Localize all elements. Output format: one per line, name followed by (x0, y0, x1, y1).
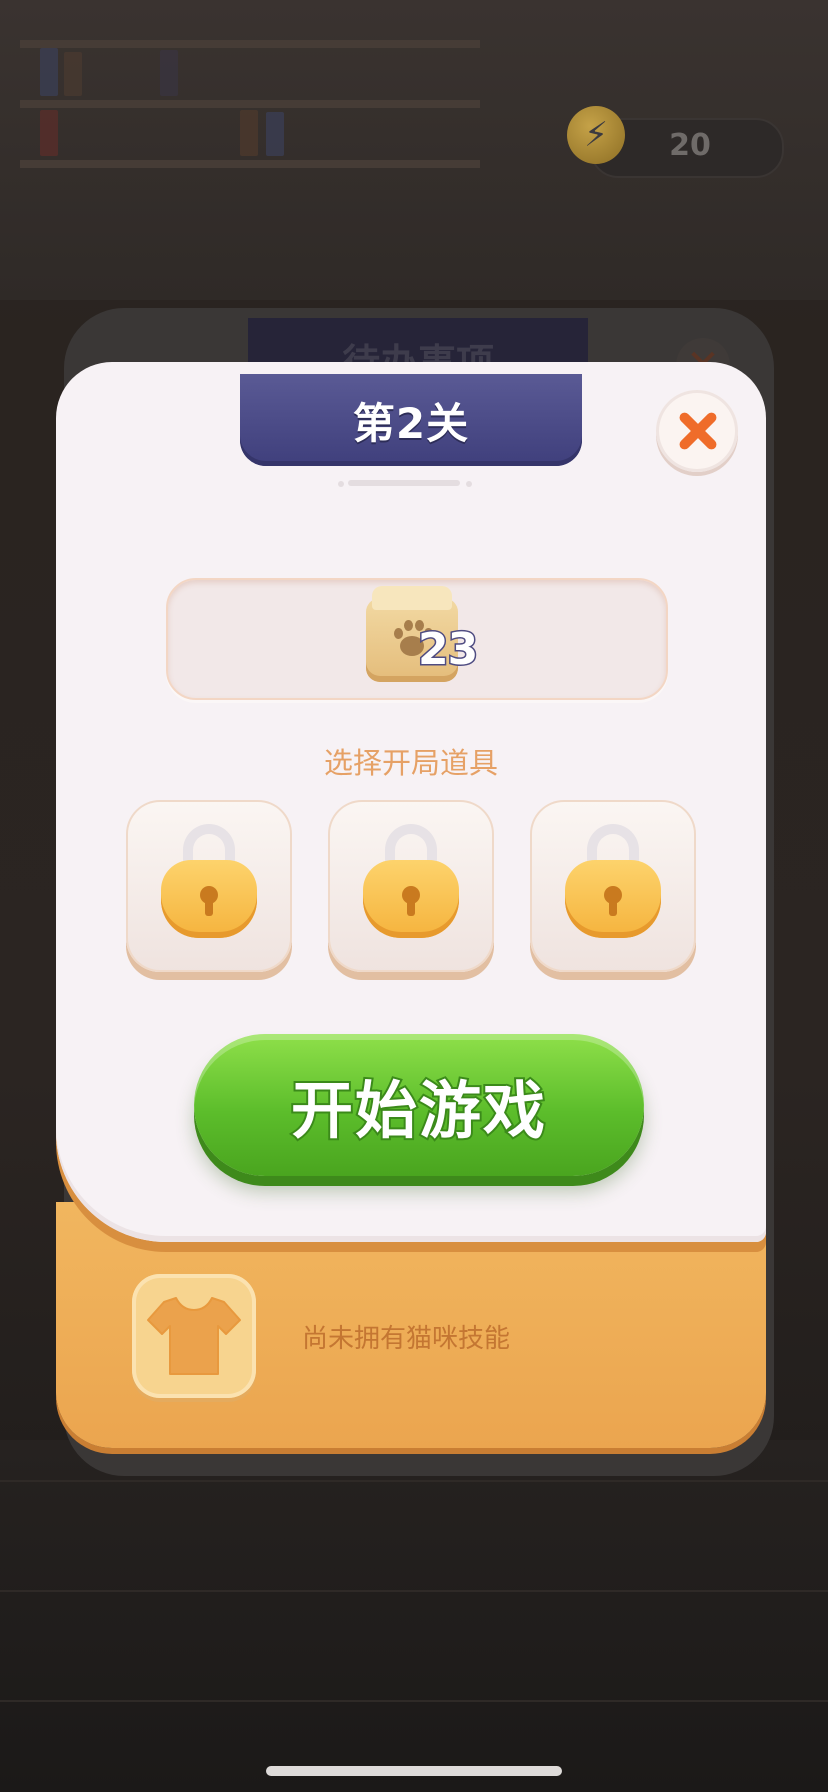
lock-icon (565, 824, 661, 940)
skill-status-text: 尚未拥有猫咪技能 (302, 1324, 511, 1354)
prop-slot-1[interactable] (126, 800, 292, 972)
shirt-icon (147, 1297, 241, 1375)
props-label: 选择开局道具 (323, 746, 498, 780)
floor (0, 1440, 828, 1792)
start-game-button[interactable]: 开始游戏 (194, 1034, 644, 1176)
close-icon (673, 407, 721, 455)
lightning-icon: ⚡ (567, 106, 625, 164)
level-title-tab: 第2关 (240, 374, 582, 466)
prop-slot-2[interactable] (328, 800, 494, 972)
energy-value: 20 (669, 128, 711, 163)
start-game-label: 开始游戏 (289, 1072, 547, 1149)
lock-icon (161, 824, 257, 940)
level-modal: 第2关 23 选择开局道具 开始游戏 尚未拥有猫咪技能 (56, 362, 766, 1448)
prop-slot-3[interactable] (530, 800, 696, 972)
close-button[interactable] (656, 390, 738, 472)
cat-skill-slot[interactable] (132, 1274, 256, 1398)
goal-count: 23 (416, 623, 479, 677)
lock-icon (363, 824, 459, 940)
drag-handle (348, 480, 460, 486)
level-title: 第2关 (352, 398, 470, 448)
home-indicator[interactable] (266, 1766, 562, 1776)
